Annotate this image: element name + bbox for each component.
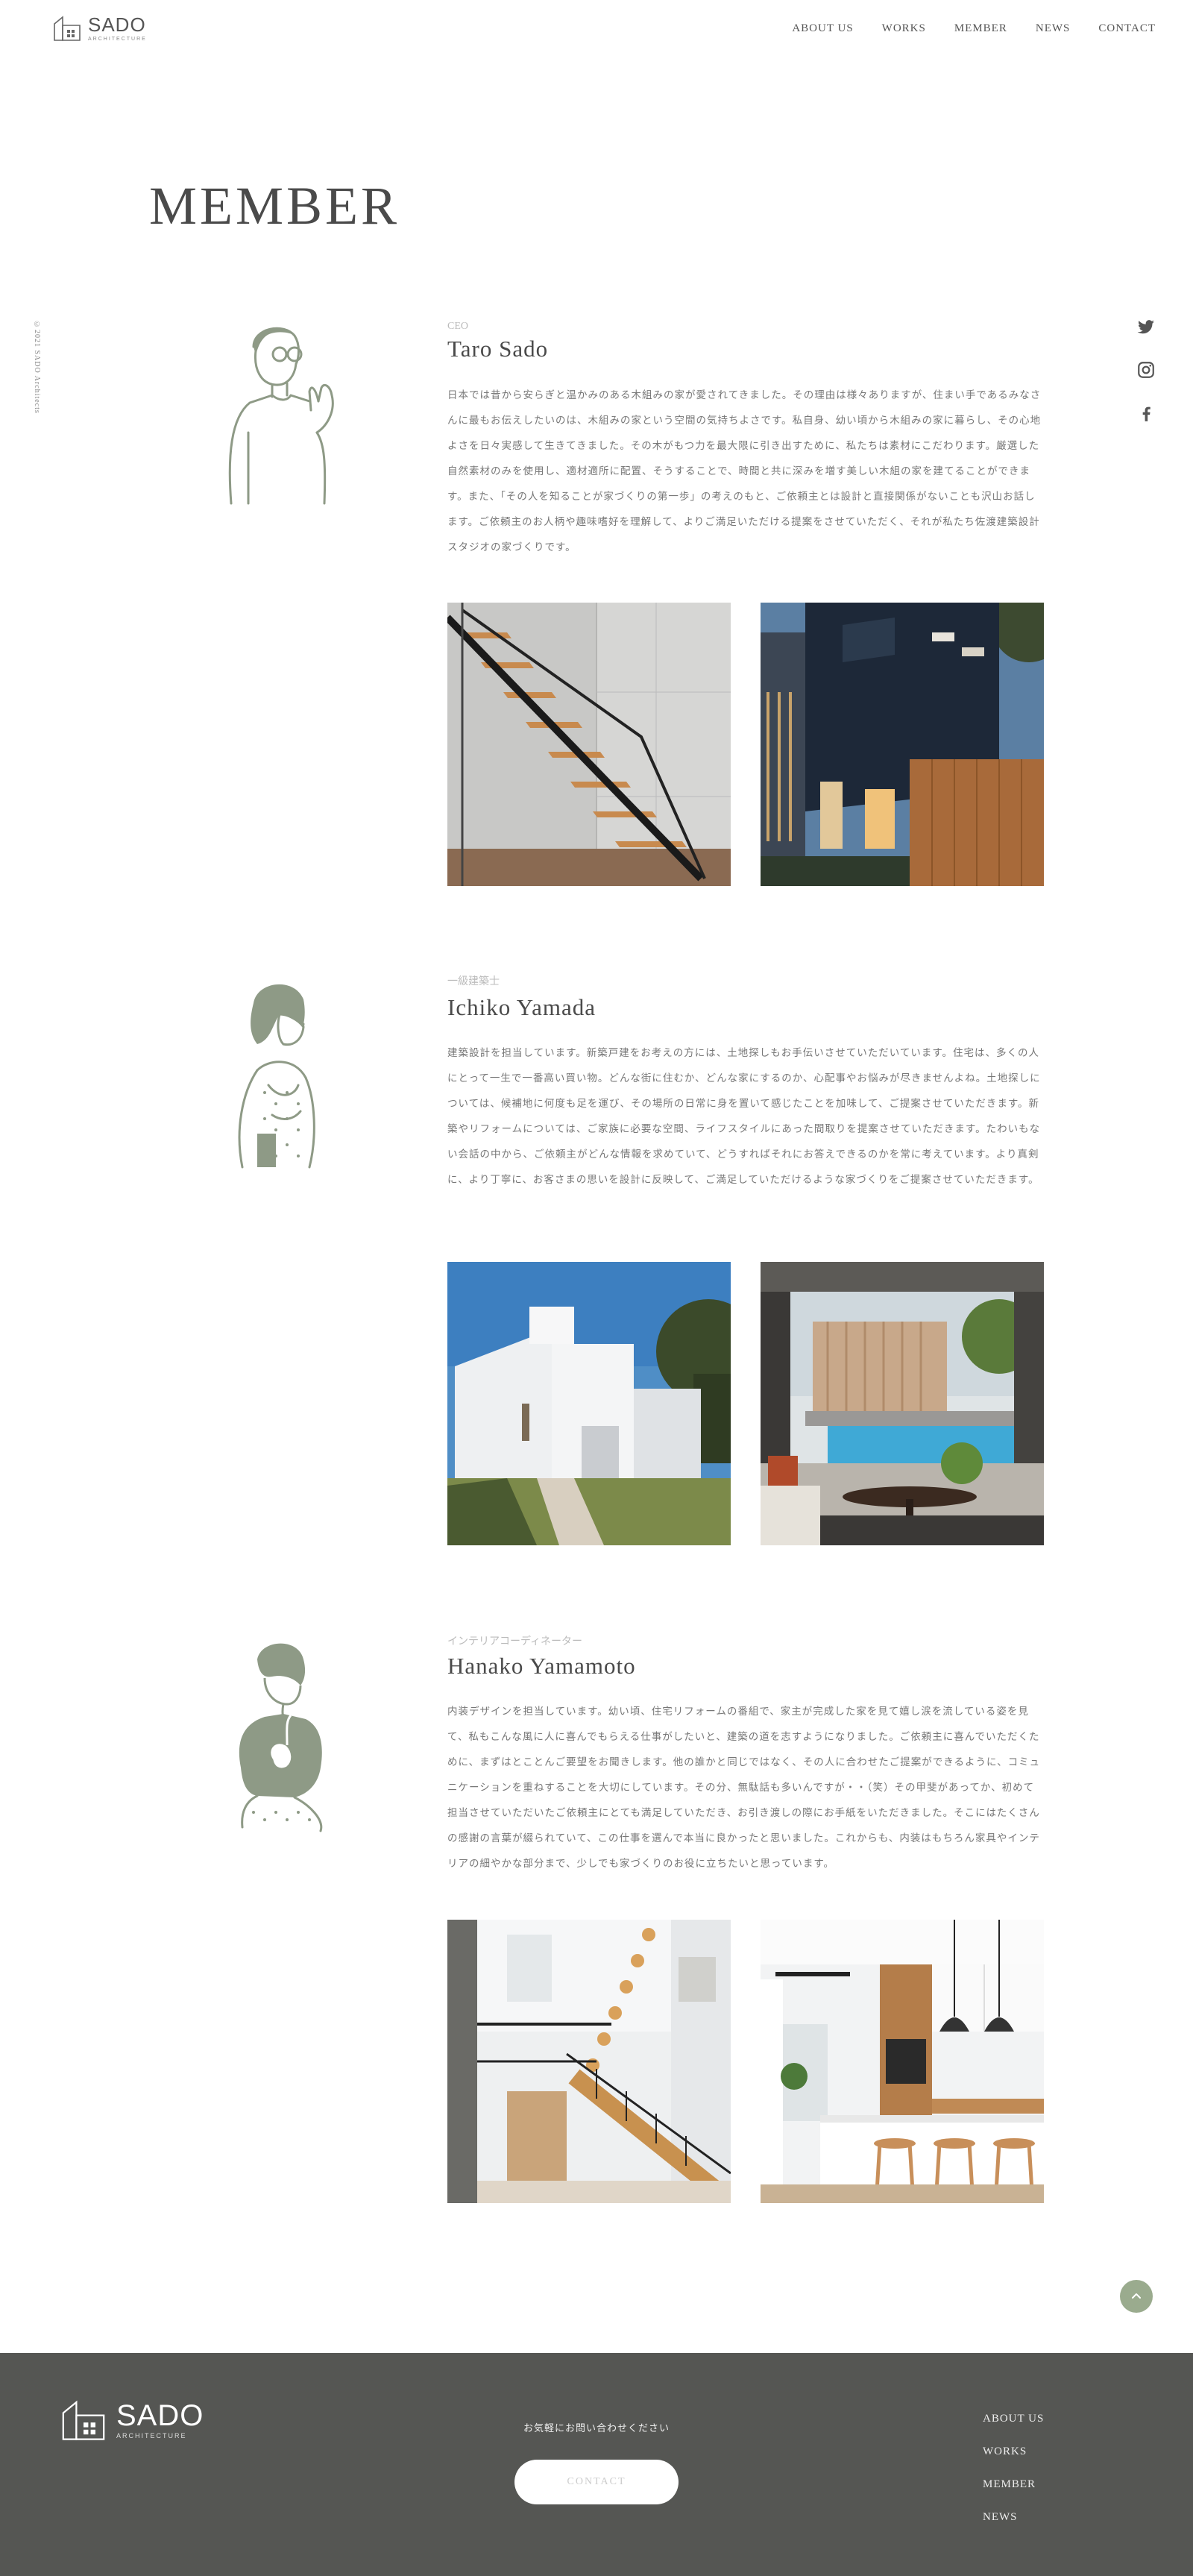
social-links bbox=[1136, 317, 1156, 423]
woman-thinking-illustration-icon bbox=[239, 1643, 323, 1832]
photo-wooden-staircase-interior bbox=[447, 1920, 731, 2203]
photo-staircase bbox=[447, 603, 731, 886]
instagram-icon[interactable] bbox=[1136, 360, 1156, 380]
member-role: 一級建築士 bbox=[447, 976, 500, 987]
member-name: Ichiko Yamada bbox=[447, 994, 596, 1020]
logo-sub: ARCHITECTURE bbox=[88, 37, 147, 42]
member-role: インテリアコーディネーター bbox=[447, 1636, 583, 1647]
site-footer: SADO ARCHITECTURE お気軽にお問い合わせください CONTACT… bbox=[0, 2353, 1193, 2576]
woman-illustration-icon bbox=[238, 984, 315, 1169]
footer-logo[interactable]: SADO ARCHITECTURE bbox=[60, 2398, 204, 2443]
photo-pool-living-room bbox=[761, 1262, 1044, 1545]
footer-logo-name: SADO bbox=[116, 2399, 204, 2432]
header-logo[interactable]: SADO ARCHITECTURE bbox=[52, 15, 147, 42]
nav-about-us[interactable]: ABOUT US bbox=[792, 22, 853, 35]
vertical-copyright: ©2021 SADO Architects bbox=[33, 321, 41, 414]
footer-logo-house-icon bbox=[62, 2400, 105, 2440]
logo-house-icon bbox=[54, 16, 81, 41]
facebook-icon[interactable] bbox=[1136, 403, 1156, 423]
man-illustration-icon bbox=[228, 327, 334, 505]
footer-nav: ABOUT US WORKS MEMBER NEWS bbox=[983, 2413, 1044, 2524]
photo-white-kitchen bbox=[761, 1920, 1044, 2203]
logo-name: SADO bbox=[88, 13, 146, 36]
footer-nav-news[interactable]: NEWS bbox=[983, 2511, 1044, 2524]
member-name: Taro Sado bbox=[447, 336, 549, 362]
site-header: SADO ARCHITECTURE ABOUT US WORKS MEMBER … bbox=[0, 0, 1193, 60]
nav-member[interactable]: MEMBER bbox=[954, 22, 1007, 35]
member-bio: 建築設計を担当しています。新築戸建をお考えの方には、土地探しもお手伝いさせていた… bbox=[447, 1047, 1041, 1186]
footer-logo-sub: ARCHITECTURE bbox=[116, 2432, 187, 2440]
page-title: MEMBER bbox=[149, 176, 400, 236]
footer-contact-button[interactable]: CONTACT bbox=[514, 2460, 679, 2504]
footer-nav-works[interactable]: WORKS bbox=[983, 2445, 1044, 2458]
chevron-up-icon bbox=[1132, 2293, 1141, 2299]
member-role: CEO bbox=[447, 321, 468, 332]
footer-cta-text: お気軽にお問い合わせください bbox=[523, 2423, 670, 2434]
nav-contact[interactable]: CONTACT bbox=[1098, 22, 1156, 35]
photo-white-villa bbox=[447, 1262, 731, 1545]
photo-modern-house-exterior bbox=[761, 603, 1044, 886]
footer-nav-about-us[interactable]: ABOUT US bbox=[983, 2413, 1044, 2425]
member-name: Hanako Yamamoto bbox=[447, 1653, 636, 1679]
member-bio: 内装デザインを担当しています。幼い頃、住宅リフォームの番組で、家主が完成した家を… bbox=[447, 1706, 1041, 1870]
scroll-to-top-button[interactable] bbox=[1120, 2280, 1153, 2313]
nav-news[interactable]: NEWS bbox=[1036, 22, 1071, 35]
main-nav: ABOUT US WORKS MEMBER NEWS CONTACT bbox=[792, 22, 1156, 35]
twitter-icon[interactable] bbox=[1136, 317, 1156, 336]
member-bio: 日本では昔から安らぎと温かみのある木組みの家が愛されてきました。その理由は様々あ… bbox=[447, 389, 1042, 553]
nav-works[interactable]: WORKS bbox=[882, 22, 926, 35]
footer-nav-member[interactable]: MEMBER bbox=[983, 2478, 1044, 2491]
